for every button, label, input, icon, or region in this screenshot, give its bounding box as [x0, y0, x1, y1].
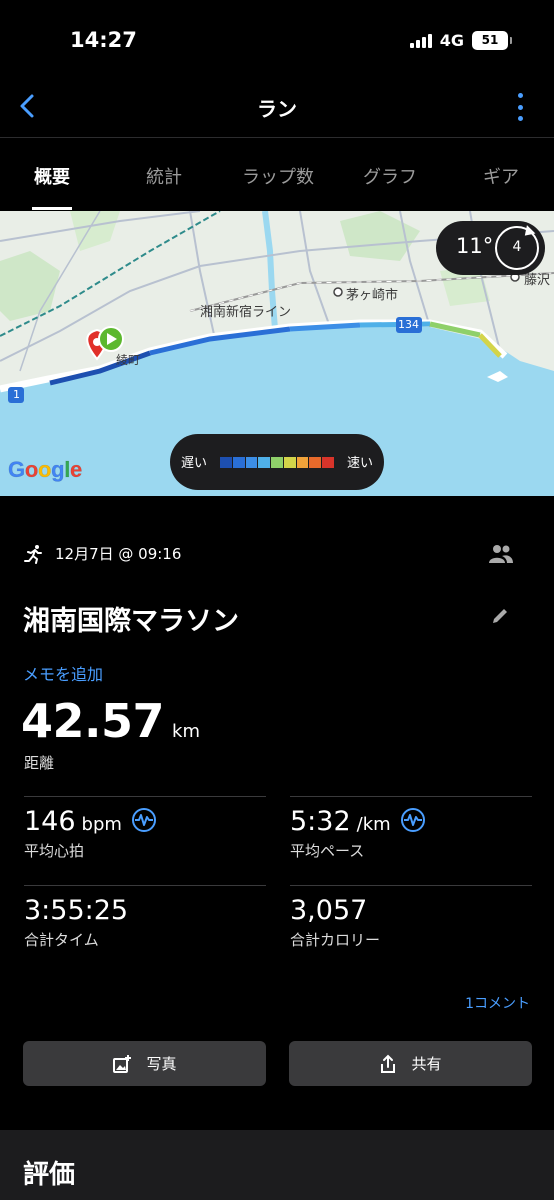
signal-icon — [409, 33, 432, 48]
map-label-route: 134 — [398, 318, 419, 331]
map-label-town: 綾町 — [116, 353, 141, 367]
add-photo-button[interactable]: 写真 — [23, 1041, 266, 1086]
divider — [290, 885, 532, 886]
battery-icon: 51 — [472, 31, 512, 50]
stat-total-time: 3:55:25 合計タイム — [24, 895, 128, 950]
pencil-icon[interactable] — [490, 606, 510, 626]
stat-heart-rate: 146 bpm 平均心拍 — [24, 806, 156, 861]
activity-name: 湘南国際マラソン — [23, 606, 239, 637]
active-tab-indicator — [32, 207, 72, 210]
map-label-route: 1 — [13, 388, 20, 401]
add-photo-label: 写真 — [146, 1055, 177, 1073]
comments-link[interactable]: 1コメント — [465, 993, 530, 1013]
google-logo: Google — [8, 457, 83, 483]
heart-rate-zone-icon[interactable] — [131, 808, 156, 832]
distance: 42.57 km — [21, 694, 200, 748]
heart-rate-value: 146 — [24, 806, 76, 837]
total-time-label: 合計タイム — [24, 931, 99, 949]
wind-direction-icon: 4 — [495, 226, 539, 270]
legend-slow-label: 遅い — [181, 456, 208, 471]
vertical-dots-icon[interactable] — [516, 93, 524, 121]
total-time-value: 3:55:25 — [24, 895, 129, 926]
pace-color-scale — [220, 457, 335, 468]
pace-label: 平均ペース — [290, 842, 365, 860]
navigation-bar: ラン — [0, 80, 554, 138]
heart-rate-label: 平均心拍 — [24, 842, 85, 860]
pace-legend: 遅い 速い — [170, 434, 384, 490]
status-bar: 14:27 4G 51 — [0, 0, 554, 80]
map-label-line: 湘南新宿ライン — [200, 305, 292, 320]
network-type: 4G — [439, 31, 464, 50]
tab-laps[interactable]: ラップ数 — [228, 163, 328, 189]
stat-calories: 3,057 合計カロリー — [290, 895, 380, 950]
heart-rate-unit: bpm — [81, 814, 122, 835]
pace-unit: /km — [356, 814, 391, 835]
distance-label: 距離 — [24, 754, 55, 772]
tab-graph[interactable]: グラフ — [350, 163, 430, 189]
wind-speed: 4 — [512, 239, 522, 255]
running-icon — [24, 544, 42, 564]
rating-section: 評価 — [0, 1142, 554, 1200]
share-label: 共有 — [411, 1055, 442, 1073]
rating-title: 評価 — [23, 1160, 76, 1190]
divider — [24, 885, 266, 886]
pace-value: 5:32 — [290, 806, 351, 837]
stat-pace: 5:32 /km 平均ペース — [290, 806, 425, 861]
add-photo-icon — [113, 1054, 132, 1073]
status-time: 14:27 — [70, 28, 137, 52]
tab-bar: 概要 統計 ラップ数 グラフ ギア — [0, 139, 554, 210]
page-title: ラン — [257, 97, 297, 121]
calories-value: 3,057 — [290, 895, 368, 926]
status-indicators: 4G 51 — [409, 31, 512, 50]
divider — [24, 796, 266, 797]
share-button[interactable]: 共有 — [289, 1041, 532, 1086]
calories-label: 合計カロリー — [290, 931, 381, 949]
divider — [290, 796, 532, 797]
pace-zone-icon[interactable] — [400, 808, 425, 832]
distance-value: 42.57 — [21, 694, 165, 748]
legend-fast-label: 速い — [346, 456, 373, 471]
section-divider — [0, 1130, 554, 1142]
activity-date: 12月7日 @ 09:16 — [55, 545, 182, 563]
temperature: 11° — [456, 234, 494, 258]
people-icon[interactable] — [488, 543, 514, 565]
add-memo-link[interactable]: メモを追加 — [23, 661, 103, 685]
tab-gear[interactable]: ギア — [468, 163, 534, 189]
tab-stats[interactable]: 統計 — [134, 163, 194, 189]
tab-overview[interactable]: 概要 — [22, 163, 82, 189]
route-map[interactable]: 湘南新宿ライン 茅ヶ崎市 藤沢 134 1 綾町 11° 4 Google 遅い… — [0, 211, 554, 496]
weather-badge: 11° 4 — [436, 221, 545, 275]
activity-date-row: 12月7日 @ 09:16 — [24, 543, 181, 564]
map-label-city: 茅ヶ崎市 — [346, 288, 399, 303]
share-icon — [381, 1054, 396, 1073]
distance-unit: km — [172, 721, 200, 742]
